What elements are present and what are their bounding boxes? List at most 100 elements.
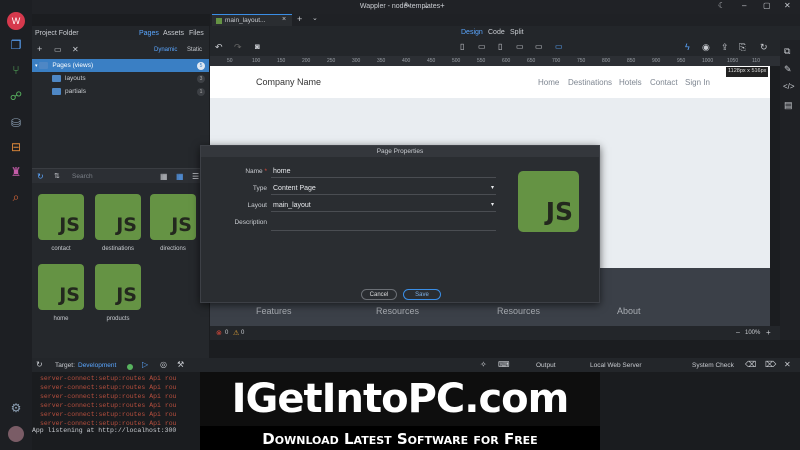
view-code[interactable]: Code bbox=[488, 29, 505, 36]
tree-item-layouts[interactable]: layouts 3 bbox=[32, 72, 209, 85]
view-split[interactable]: Split bbox=[510, 29, 524, 36]
refresh-icon[interactable]: ↻ bbox=[760, 42, 768, 53]
minimize-icon[interactable]: – bbox=[742, 1, 746, 10]
file-directions[interactable]: JS directions bbox=[148, 194, 198, 252]
description-field[interactable] bbox=[271, 217, 496, 231]
resources-icon[interactable]: ♜ bbox=[8, 165, 24, 179]
globe-icon[interactable]: ◎ bbox=[160, 360, 167, 369]
magic-icon[interactable]: ✧ bbox=[480, 360, 487, 369]
device-tablet-landscape-icon[interactable]: ▭ bbox=[516, 42, 524, 51]
tree-item-partials[interactable]: partials 1 bbox=[32, 85, 209, 98]
server-button[interactable]: Local Web Server bbox=[590, 362, 642, 369]
mode-dynamic[interactable]: Dynamic bbox=[154, 47, 177, 53]
pencil-icon[interactable]: ✎ bbox=[404, 1, 411, 10]
add-tab-icon[interactable]: + bbox=[297, 14, 302, 24]
tab-assets[interactable]: Assets bbox=[163, 30, 184, 37]
workflow-icon[interactable]: ☍ bbox=[8, 89, 24, 103]
signpost-icon[interactable]: ⊟ bbox=[8, 140, 24, 154]
camera-icon[interactable]: ◙ bbox=[255, 42, 260, 51]
output-button[interactable]: Output bbox=[536, 362, 556, 369]
view-design[interactable]: Design bbox=[461, 29, 483, 36]
eye-icon[interactable]: ◉ bbox=[702, 42, 710, 53]
database-icon[interactable]: ⛁ bbox=[8, 116, 24, 130]
warning-count[interactable]: 0 bbox=[241, 330, 244, 336]
nav-contact[interactable]: Contact bbox=[650, 78, 678, 87]
name-field[interactable]: home bbox=[271, 166, 496, 178]
moon-icon[interactable]: ☾ bbox=[718, 1, 725, 10]
chevron-down-icon[interactable]: ⌄ bbox=[423, 1, 430, 10]
terminal-icon[interactable]: ⌨ bbox=[498, 360, 510, 369]
tab-main-layout[interactable]: main_layout... × bbox=[212, 14, 292, 26]
refresh-icon[interactable]: ↻ bbox=[36, 360, 43, 369]
console-line: server-connect:setup:routes Api rou bbox=[40, 375, 177, 382]
code-icon[interactable]: </> bbox=[783, 82, 795, 91]
chevron-down-icon[interactable]: ⌄ bbox=[312, 14, 318, 22]
device-tablet-icon[interactable]: ▯ bbox=[498, 42, 502, 51]
folder-open-icon[interactable]: ▭ bbox=[54, 45, 62, 54]
description-label: Description bbox=[234, 219, 267, 226]
tab-pages[interactable]: Pages bbox=[139, 30, 159, 37]
nav-destinations[interactable]: Destinations bbox=[568, 78, 612, 87]
grid-large-icon[interactable]: ▦ bbox=[160, 172, 168, 181]
close-icon[interactable]: ✕ bbox=[784, 360, 791, 369]
zoom-level[interactable]: 100% bbox=[745, 330, 760, 336]
footer-features[interactable]: Features bbox=[256, 306, 292, 316]
save-button[interactable]: Save bbox=[403, 289, 441, 300]
site-brand[interactable]: Company Name bbox=[256, 77, 321, 87]
footer-about[interactable]: About bbox=[617, 306, 641, 316]
search-input[interactable]: Search bbox=[72, 173, 93, 180]
eraser-icon[interactable]: ⌫ bbox=[745, 360, 756, 369]
pages-icon[interactable]: ❐ bbox=[8, 38, 24, 52]
title-bar: Wappler - node-templates ✎ ⌄ + ☾ – ▢ ✕ bbox=[0, 0, 800, 14]
tree-item-pages[interactable]: ▾ Pages (views) 5 bbox=[32, 59, 209, 72]
undo-icon[interactable]: ↶ bbox=[215, 42, 223, 53]
share-icon[interactable]: ⇪ bbox=[721, 42, 729, 53]
type-select[interactable]: Content Page ▾ bbox=[271, 183, 496, 195]
cancel-button[interactable]: Cancel bbox=[361, 289, 397, 300]
layout-select[interactable]: main_layout ▾ bbox=[271, 200, 496, 212]
mode-static[interactable]: Static bbox=[187, 47, 202, 53]
file-home[interactable]: JS home bbox=[36, 264, 86, 322]
nav-home[interactable]: Home bbox=[538, 78, 559, 87]
close-icon[interactable]: ✕ bbox=[784, 1, 791, 10]
file-products[interactable]: JS products bbox=[93, 264, 143, 322]
search-icon[interactable]: ⌕ bbox=[8, 190, 24, 204]
maximize-icon[interactable]: ▢ bbox=[763, 1, 771, 10]
redo-icon[interactable]: ↷ bbox=[234, 42, 242, 53]
device-mobile-icon[interactable]: ▯ bbox=[460, 42, 464, 51]
tab-files[interactable]: Files bbox=[189, 30, 204, 37]
target-select[interactable]: Development bbox=[78, 362, 116, 369]
zoom-out-icon[interactable]: – bbox=[736, 329, 740, 336]
file-contact[interactable]: JS contact bbox=[36, 194, 86, 252]
play-icon[interactable]: ▷ bbox=[142, 360, 148, 369]
git-icon[interactable]: ⑂ bbox=[8, 63, 24, 77]
footer-resources-2[interactable]: Resources bbox=[497, 306, 540, 316]
footer-resources[interactable]: Resources bbox=[376, 306, 419, 316]
file-icon[interactable]: ▤ bbox=[784, 100, 793, 111]
nav-hotels[interactable]: Hotels bbox=[619, 78, 642, 87]
delete-icon[interactable]: ✕ bbox=[72, 45, 79, 54]
export-icon[interactable]: ⎘ bbox=[739, 42, 746, 53]
add-icon[interactable]: + bbox=[440, 1, 445, 10]
device-mobile-landscape-icon[interactable]: ▭ bbox=[478, 42, 486, 51]
error-count[interactable]: 0 bbox=[225, 330, 228, 336]
gear-icon[interactable]: ⚙ bbox=[8, 401, 24, 415]
list-icon[interactable]: ☰ bbox=[192, 172, 199, 181]
wrench-icon[interactable]: ⚒ bbox=[177, 360, 184, 369]
device-full-icon[interactable]: ▭ bbox=[555, 42, 563, 51]
zoom-in-icon[interactable]: + bbox=[766, 328, 771, 337]
avatar[interactable] bbox=[8, 426, 24, 442]
refresh-icon[interactable]: ↻ bbox=[37, 172, 44, 181]
file-destinations[interactable]: JS destinations bbox=[93, 194, 143, 252]
nav-sign-in[interactable]: Sign In bbox=[685, 78, 710, 87]
trash-icon[interactable]: ⌦ bbox=[765, 360, 776, 369]
device-desktop-icon[interactable]: ▭ bbox=[535, 42, 543, 51]
add-icon[interactable]: + bbox=[37, 44, 42, 54]
sort-icon[interactable]: ⇅ bbox=[54, 172, 60, 180]
layers-icon[interactable]: ⧉ bbox=[784, 46, 790, 57]
grid-small-icon[interactable]: ▦ bbox=[176, 172, 184, 181]
close-icon[interactable]: × bbox=[282, 16, 286, 23]
system-check-button[interactable]: System Check bbox=[692, 362, 734, 369]
brush-icon[interactable]: ✎ bbox=[784, 64, 792, 75]
bolt-icon[interactable]: ϟ bbox=[685, 42, 690, 52]
